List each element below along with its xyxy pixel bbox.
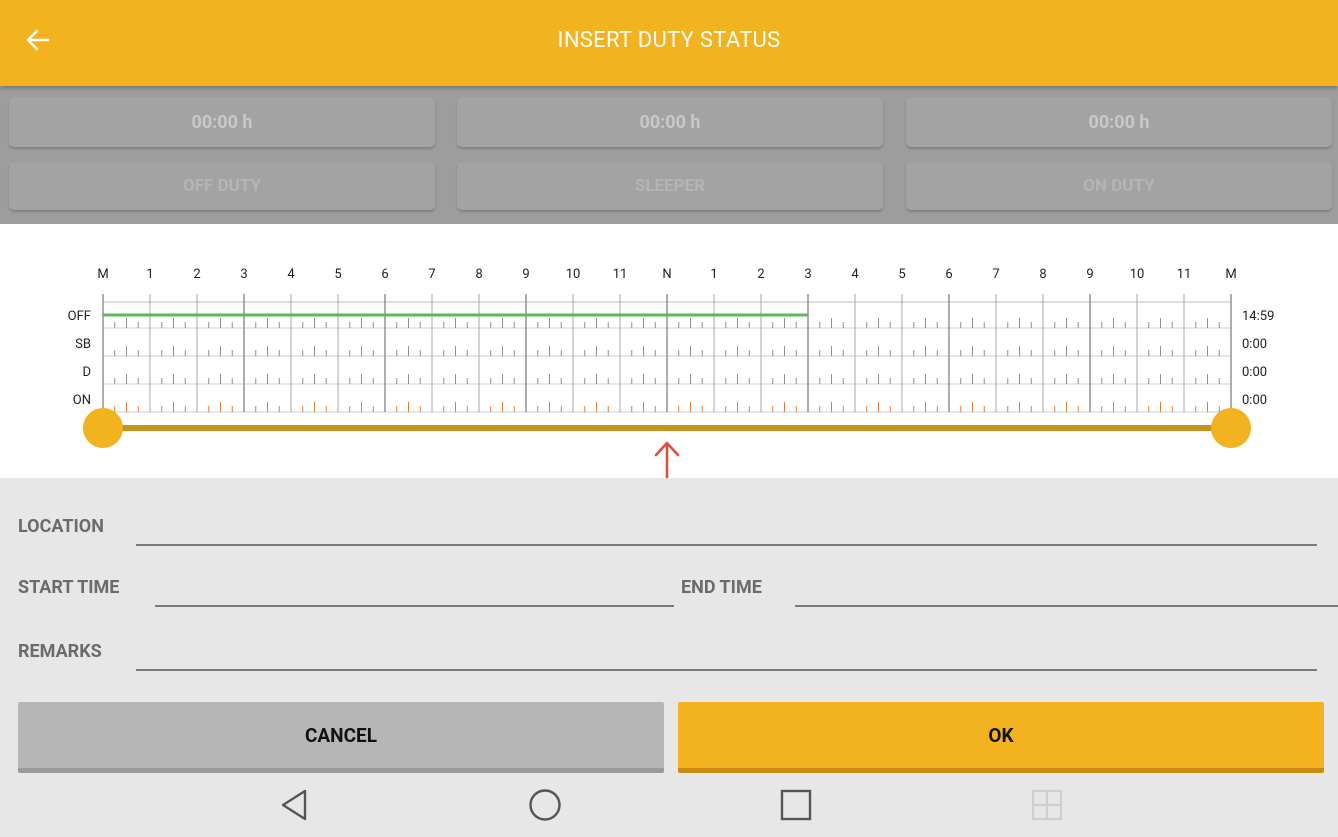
home-circle-icon (529, 789, 561, 821)
app-bar: INSERT DUTY STATUS (0, 0, 1338, 86)
hour-label: 11 (613, 267, 628, 282)
sleeper-button[interactable]: SLEEPER (457, 162, 883, 210)
on-duty-button[interactable]: ON DUTY (906, 162, 1332, 210)
start-time-label: START TIME (18, 577, 120, 598)
row-label: SB (75, 337, 91, 352)
hour-label: 9 (522, 267, 529, 282)
row-total: 0:00 (1242, 365, 1267, 380)
duty-graph: M 1 2 3 4 5 6 7 8 9 10 11 N 1 2 3 4 5 6 7 8 9 10 11 M OFF 14:59 SB 0… (0, 224, 1338, 488)
hour-label: 6 (945, 267, 952, 282)
nav-home-button[interactable] (527, 787, 563, 827)
hour-label: 4 (287, 267, 295, 282)
end-time-input[interactable] (795, 577, 1338, 607)
hour-label: 3 (240, 267, 247, 282)
duty-grid-svg: M 1 2 3 4 5 6 7 8 9 10 11 N 1 2 3 4 5 6 7 8 9 10 11 M OFF 14:59 SB 0… (68, 267, 1274, 488)
row-total: 0:00 (1242, 393, 1267, 408)
hour-label: 1 (710, 267, 717, 282)
start-time-input[interactable] (155, 577, 674, 607)
off-duty-time: 00:00 h (9, 97, 435, 147)
location-label: LOCATION (18, 516, 104, 537)
hour-label: 11 (1177, 267, 1192, 282)
hour-label: 1 (146, 267, 153, 282)
grid-icon (1031, 789, 1063, 821)
hour-label: 2 (757, 267, 764, 282)
end-time-label: END TIME (681, 577, 762, 598)
ok-button[interactable]: OK (678, 702, 1324, 773)
hour-label: 7 (992, 267, 999, 282)
hour-label: 8 (1039, 267, 1046, 282)
nav-back-button[interactable] (276, 787, 312, 827)
row-total: 0:00 (1242, 337, 1267, 352)
back-triangle-icon (281, 789, 307, 821)
on-duty-time: 00:00 h (906, 97, 1332, 147)
hour-label: 8 (475, 267, 482, 282)
hour-label: 4 (851, 267, 859, 282)
page-title: INSERT DUTY STATUS (557, 28, 781, 53)
hour-label: 2 (193, 267, 200, 282)
up-arrow-icon (654, 441, 680, 488)
hour-label: 5 (898, 267, 905, 282)
off-duty-button[interactable]: OFF DUTY (9, 162, 435, 210)
hour-label: 3 (804, 267, 811, 282)
row-label: OFF (68, 309, 91, 324)
remarks-label: REMARKS (18, 641, 102, 662)
hour-label: M (97, 267, 108, 282)
hour-label: N (662, 267, 671, 282)
sleeper-time: 00:00 h (457, 97, 883, 147)
nav-recents-button[interactable] (778, 787, 814, 827)
row-label: D (82, 365, 91, 380)
recents-square-icon (780, 789, 812, 821)
range-start-handle[interactable] (83, 408, 123, 448)
hour-label: 10 (1130, 267, 1145, 282)
hour-label: 10 (566, 267, 581, 282)
range-end-handle[interactable] (1211, 408, 1251, 448)
hour-label: 6 (381, 267, 388, 282)
row-total: 14:59 (1242, 309, 1274, 324)
hour-label: 5 (334, 267, 341, 282)
hour-label: 7 (428, 267, 435, 282)
hour-label: M (1225, 267, 1236, 282)
duty-form: LOCATION START TIME END TIME REMARKS CAN… (0, 478, 1338, 773)
remarks-input[interactable] (136, 641, 1317, 671)
row-label: ON (73, 393, 91, 408)
location-input[interactable] (136, 516, 1317, 546)
nav-grid-button[interactable] (1029, 787, 1065, 827)
duty-counters: 00:00 h 00:00 h 00:00 h OFF DUTY SLEEPER… (0, 86, 1338, 224)
system-nav-bar (0, 773, 1338, 837)
cancel-button[interactable]: CANCEL (18, 702, 664, 773)
hour-label: 9 (1086, 267, 1093, 282)
